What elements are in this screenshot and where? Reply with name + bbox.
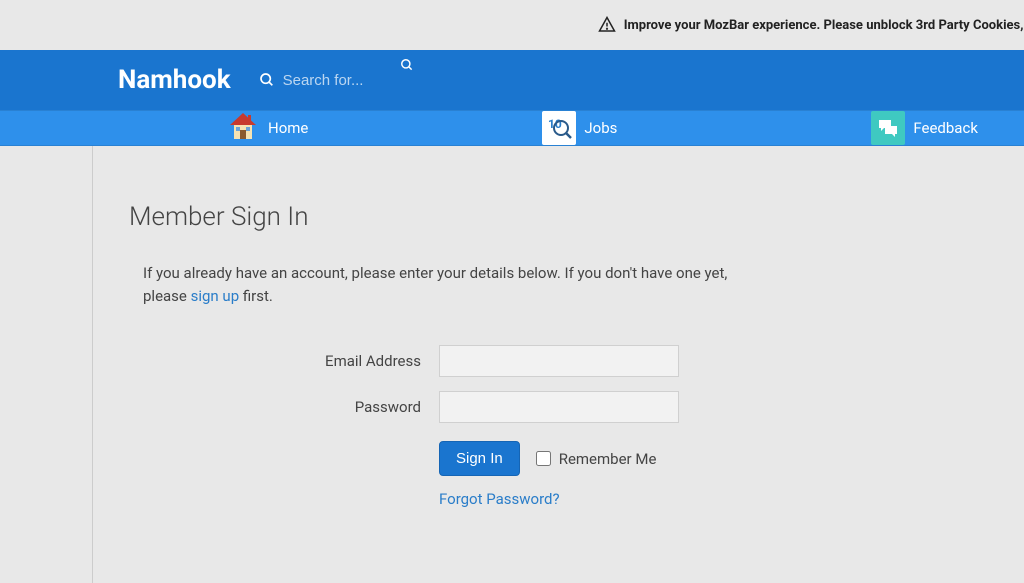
email-label: Email Address xyxy=(129,352,439,370)
nav-item-feedback[interactable]: Feedback xyxy=(859,111,990,145)
content-wrap: Member Sign In If you already have an ac… xyxy=(0,146,1024,583)
page-title: Member Sign In xyxy=(129,202,988,232)
form-actions: Sign In Remember Me xyxy=(439,441,988,476)
intro-text: If you already have an account, please e… xyxy=(129,262,749,307)
forgot-password-link[interactable]: Forgot Password? xyxy=(439,490,560,508)
search-wrap xyxy=(259,72,483,89)
mozbar-notification: Improve your MozBar experience. Please u… xyxy=(0,0,1024,50)
mozbar-message: Improve your MozBar experience. Please u… xyxy=(624,18,1024,33)
site-logo[interactable]: Namhook xyxy=(118,65,231,95)
nav-item-jobs[interactable]: 10 Jobs xyxy=(530,111,629,145)
intro-after: first. xyxy=(239,287,273,305)
main-content: Member Sign In If you already have an ac… xyxy=(93,146,1024,583)
nav-item-home[interactable]: Home xyxy=(214,110,320,146)
password-field[interactable] xyxy=(439,391,679,423)
nav-label-home: Home xyxy=(268,119,308,137)
warning-icon xyxy=(598,16,616,34)
nav-label-feedback: Feedback xyxy=(913,119,978,137)
form-row-email: Email Address xyxy=(129,345,988,377)
signin-button[interactable]: Sign In xyxy=(439,441,520,476)
signup-link[interactable]: sign up xyxy=(191,287,240,305)
search-input[interactable] xyxy=(283,72,483,89)
form-row-password: Password xyxy=(129,391,988,423)
password-label: Password xyxy=(129,398,439,416)
search-icon xyxy=(259,72,275,88)
remember-label: Remember Me xyxy=(559,450,657,468)
home-icon xyxy=(226,110,260,146)
remember-wrap[interactable]: Remember Me xyxy=(536,450,657,468)
remember-checkbox[interactable] xyxy=(536,451,551,466)
header-top: Namhook xyxy=(0,50,1024,110)
forgot-wrap: Forgot Password? xyxy=(439,490,988,508)
feedback-icon xyxy=(871,111,905,145)
search-icon-secondary[interactable] xyxy=(400,58,414,72)
nav-bar: Home 10 Jobs Feedback xyxy=(0,110,1024,146)
nav-label-jobs: Jobs xyxy=(584,119,617,137)
left-divider xyxy=(0,146,93,583)
jobs-icon: 10 xyxy=(542,111,576,145)
email-field[interactable] xyxy=(439,345,679,377)
